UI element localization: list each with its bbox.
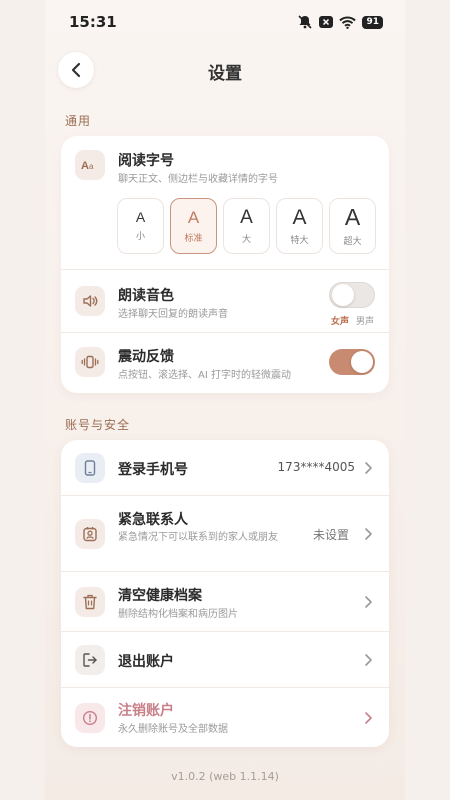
font-size-option-huge[interactable]: A 超大 bbox=[329, 198, 376, 254]
status-time: 15:31 bbox=[69, 13, 117, 31]
chevron-right-icon bbox=[365, 654, 372, 666]
chevron-right-icon bbox=[365, 596, 372, 608]
chevron-right-icon bbox=[365, 462, 372, 474]
phone-icon bbox=[75, 453, 105, 483]
battery-indicator: 91 bbox=[362, 15, 383, 29]
font-size-option-label: 特大 bbox=[290, 235, 309, 246]
account-card: 登录手机号 173****4005 紧急联系人 紧急情况下可以联系到的家人或朋友… bbox=[61, 440, 389, 747]
font-size-subtitle: 聊天正文、侧边栏与收藏详情的字号 bbox=[118, 174, 278, 185]
font-size-option-large[interactable]: A 大 bbox=[223, 198, 270, 254]
vibration-subtitle: 点按钮、滚选择、AI 打字时的轻微震动 bbox=[118, 370, 291, 381]
font-size-option-label: 小 bbox=[135, 232, 145, 242]
phone-title: 登录手机号 bbox=[118, 462, 188, 478]
font-size-option-label: 大 bbox=[241, 234, 251, 245]
font-size-glyph: A bbox=[135, 209, 146, 225]
bell-muted-icon bbox=[298, 15, 313, 29]
vibrate-icon bbox=[75, 347, 105, 377]
wifi-icon bbox=[339, 16, 357, 29]
section-account-label: 账号与安全 bbox=[65, 418, 131, 432]
vibration-row: 震动反馈 点按钮、滚选择、AI 打字时的轻微震动 bbox=[61, 333, 389, 393]
voice-female-option[interactable]: 女声 bbox=[331, 314, 349, 327]
font-size-glyph: A bbox=[240, 206, 253, 228]
delete-account-title: 注销账户 bbox=[118, 703, 174, 719]
phone-value: 173****4005 bbox=[277, 460, 355, 474]
emergency-contact-row[interactable]: 紧急联系人 紧急情况下可以联系到的家人或朋友 未设置 bbox=[61, 496, 389, 572]
status-bar: 15:31 91 bbox=[45, 0, 405, 44]
logout-icon bbox=[75, 645, 105, 675]
font-size-option-label: 标准 bbox=[184, 233, 203, 244]
font-size-glyph: A bbox=[292, 205, 307, 229]
contact-card-icon bbox=[75, 519, 105, 549]
emergency-value: 未设置 bbox=[312, 528, 349, 542]
logout-title: 退出账户 bbox=[118, 654, 174, 670]
trash-icon bbox=[75, 587, 105, 617]
chevron-right-icon bbox=[365, 528, 372, 540]
font-size-row: A a 阅读字号 聊天正文、侧边栏与收藏详情的字号 A 小 A 标准 A 大 A… bbox=[61, 136, 389, 270]
voice-subtitle: 选择聊天回复的朗读声音 bbox=[118, 309, 228, 320]
delete-account-row[interactable]: 注销账户 永久删除账号及全部数据 bbox=[61, 688, 389, 747]
voice-options: 女声 男声 bbox=[331, 314, 374, 327]
speaker-icon bbox=[75, 286, 105, 316]
font-size-option-small[interactable]: A 小 bbox=[117, 198, 164, 254]
voice-title: 朗读音色 bbox=[118, 288, 174, 304]
voice-toggle[interactable] bbox=[329, 282, 375, 308]
warning-icon bbox=[75, 703, 105, 733]
app-version: v1.0.2 (web 1.1.14) bbox=[171, 770, 279, 783]
status-icons: 91 bbox=[297, 15, 383, 29]
settings-screen: 15:31 91 设置 通用 A a 阅读字号 聊天正文、侧边栏与收藏详情的字号… bbox=[45, 0, 405, 800]
svg-text:A: A bbox=[81, 160, 89, 171]
phone-row[interactable]: 登录手机号 173****4005 bbox=[61, 440, 389, 496]
font-size-option-label: 超大 bbox=[343, 236, 362, 247]
emergency-title: 紧急联系人 bbox=[118, 512, 188, 528]
voice-male-option[interactable]: 男声 bbox=[356, 314, 374, 327]
font-size-options: A 小 A 标准 A 大 A 特大 A 超大 bbox=[117, 198, 376, 254]
font-size-option-extra-large[interactable]: A 特大 bbox=[276, 198, 323, 254]
section-general-label: 通用 bbox=[65, 114, 92, 128]
clear-health-records-row[interactable]: 清空健康档案 删除结构化档案和病历图片 bbox=[61, 572, 389, 632]
emergency-subtitle: 紧急情况下可以联系到的家人或朋友 bbox=[118, 532, 278, 543]
general-card: A a 阅读字号 聊天正文、侧边栏与收藏详情的字号 A 小 A 标准 A 大 A… bbox=[61, 136, 389, 393]
toggle-knob bbox=[332, 284, 354, 306]
page-title: 设置 bbox=[208, 64, 242, 84]
svg-text:a: a bbox=[89, 162, 94, 171]
delete-account-subtitle: 永久删除账号及全部数据 bbox=[118, 724, 228, 735]
vibration-toggle[interactable] bbox=[329, 349, 375, 375]
font-size-icon: A a bbox=[75, 150, 105, 180]
font-size-option-standard[interactable]: A 标准 bbox=[170, 198, 217, 254]
font-size-glyph: A bbox=[344, 203, 361, 230]
logout-row[interactable]: 退出账户 bbox=[61, 632, 389, 688]
font-size-title: 阅读字号 bbox=[118, 153, 174, 169]
voice-row: 朗读音色 选择聊天回复的朗读声音 女声 男声 bbox=[61, 270, 389, 333]
clear-records-title: 清空健康档案 bbox=[118, 588, 202, 604]
toggle-knob bbox=[351, 351, 373, 373]
nav-bar: 设置 bbox=[45, 50, 405, 90]
sim-off-icon bbox=[319, 16, 334, 28]
vibration-title: 震动反馈 bbox=[118, 349, 174, 365]
chevron-right-icon bbox=[365, 712, 372, 724]
clear-records-subtitle: 删除结构化档案和病历图片 bbox=[118, 609, 238, 620]
font-size-glyph: A bbox=[187, 207, 200, 227]
